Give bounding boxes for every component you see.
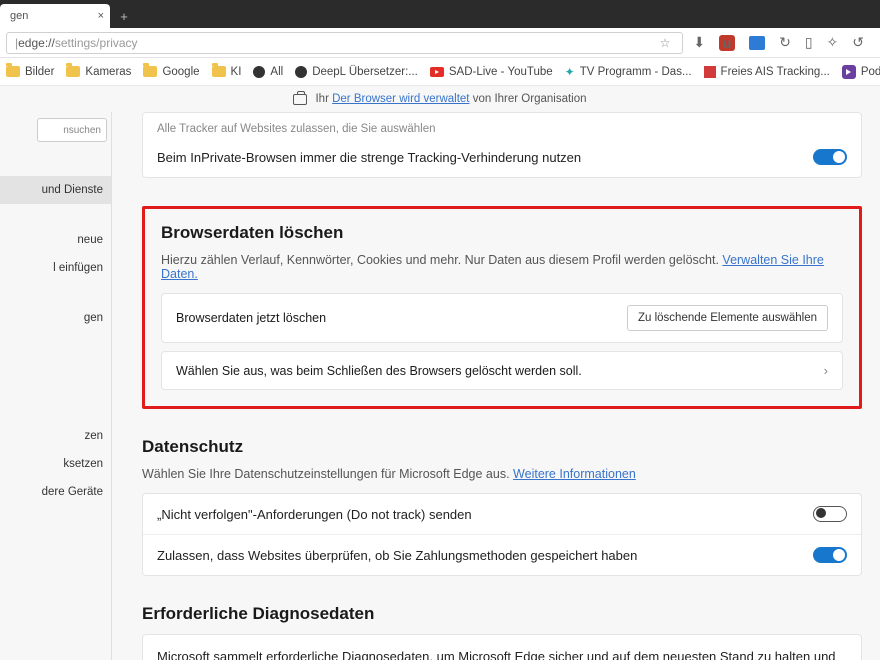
tracker-note: Alle Tracker auf Websites zulassen, die … xyxy=(143,113,861,137)
diagnostics-title: Erforderliche Diagnosedaten xyxy=(142,604,862,624)
managed-banner: Ihr Der Browser wird verwaltet von Ihrer… xyxy=(0,86,880,112)
fav-youtube[interactable]: SAD-Live - YouTube xyxy=(430,66,553,78)
sidebar-item-privacy[interactable]: und Dienste xyxy=(0,176,111,204)
privacy-more-link[interactable]: Weitere Informationen xyxy=(513,467,636,481)
tv-icon: ✦ xyxy=(565,65,575,79)
payment-check-toggle[interactable] xyxy=(813,547,847,563)
payment-check-row: Zulassen, dass Websites überprüfen, ob S… xyxy=(143,534,861,575)
managed-link[interactable]: Der Browser wird verwaltet xyxy=(332,93,469,105)
folder-icon xyxy=(6,66,20,77)
download-icon[interactable]: ⬇ xyxy=(693,34,705,51)
inprivate-strict-label: Beim InPrivate-Browsen immer die strenge… xyxy=(157,150,803,165)
dnt-toggle[interactable] xyxy=(813,506,847,522)
youtube-icon xyxy=(430,67,444,77)
clear-on-close-label: Wählen Sie aus, was beim Schließen des B… xyxy=(176,364,824,378)
clear-data-subtext: Hierzu zählen Verlauf, Kennwörter, Cooki… xyxy=(161,253,843,281)
privacy-subtext: Wählen Sie Ihre Datenschutzeinstellungen… xyxy=(142,467,862,481)
fav-bilder[interactable]: Bilder xyxy=(6,66,54,78)
tab-bar: gen × + xyxy=(0,0,880,28)
refresh-icon[interactable]: ↻ xyxy=(779,34,791,51)
favorites-bar: Bilder Kameras Google KI All DeepL Übers… xyxy=(0,58,880,86)
ai-icon xyxy=(253,66,265,78)
diagnostics-section: Erforderliche Diagnosedaten Microsoft sa… xyxy=(142,604,862,660)
privacy-title: Datenschutz xyxy=(142,437,862,457)
diagnostics-card: Microsoft sammelt erforderliche Diagnose… xyxy=(142,634,862,660)
ublock-icon[interactable]: u xyxy=(719,35,735,51)
reader-icon[interactable]: ▯ xyxy=(805,34,813,51)
inprivate-strict-toggle[interactable] xyxy=(813,149,847,165)
sidebar-item[interactable]: l einfügen xyxy=(0,254,111,282)
address-bar-row: | edge://settings/privacy ☆ ⬇ u ↻ ▯ ✧ ↺ xyxy=(0,28,880,58)
privacy-card: „Nicht verfolgen"-Anforderungen (Do not … xyxy=(142,493,862,576)
ai-icon xyxy=(295,66,307,78)
clear-data-section: Browserdaten löschen Hierzu zählen Verla… xyxy=(142,206,862,409)
sidebar-item[interactable]: zen xyxy=(0,422,111,450)
browser-tab[interactable]: gen × xyxy=(0,4,110,28)
clear-now-row: Browserdaten jetzt löschen Zu löschende … xyxy=(161,293,843,343)
new-tab-button[interactable]: + xyxy=(110,4,138,28)
fav-tv[interactable]: ✦TV Programm - Das... xyxy=(565,65,692,79)
fav-podimo[interactable]: Podimo Player xyxy=(842,65,880,79)
chevron-right-icon: › xyxy=(824,363,828,378)
tab-title: gen xyxy=(10,10,28,22)
url-scheme: edge:// xyxy=(18,36,55,50)
dnt-row: „Nicht verfolgen"-Anforderungen (Do not … xyxy=(143,494,861,534)
folder-icon xyxy=(66,66,80,77)
fav-google[interactable]: Google xyxy=(143,66,199,78)
sidebar-item[interactable]: neue xyxy=(0,226,111,254)
fav-ki[interactable]: KI xyxy=(212,66,242,78)
dnt-label: „Nicht verfolgen"-Anforderungen (Do not … xyxy=(157,507,803,522)
toolbar-icons: ⬇ u ↻ ▯ ✧ ↺ xyxy=(683,34,874,51)
fav-deepl[interactable]: DeepL Übersetzer:... xyxy=(295,66,418,78)
fav-ais[interactable]: Freies AIS Tracking... xyxy=(704,66,830,78)
url-path: settings/privacy xyxy=(55,36,138,50)
collections-icon[interactable]: ✧ xyxy=(827,34,839,51)
briefcase-icon xyxy=(293,94,307,105)
fav-all[interactable]: All xyxy=(253,66,283,78)
fav-kameras[interactable]: Kameras xyxy=(66,66,131,78)
folder-icon xyxy=(143,66,157,77)
settings-sidebar: nsuchen und Dienste neue l einfügen gen … xyxy=(0,112,112,660)
podimo-icon xyxy=(842,65,856,79)
favorite-star-icon[interactable]: ☆ xyxy=(656,36,675,50)
settings-search-input[interactable]: nsuchen xyxy=(37,118,107,142)
folder-icon xyxy=(212,66,226,77)
extension-icon[interactable] xyxy=(749,36,765,50)
clear-on-close-row[interactable]: Wählen Sie aus, was beim Schließen des B… xyxy=(161,351,843,390)
clear-now-label: Browserdaten jetzt löschen xyxy=(176,311,627,325)
inprivate-strict-row: Beim InPrivate-Browsen immer die strenge… xyxy=(143,137,861,177)
payment-check-label: Zulassen, dass Websites überprüfen, ob S… xyxy=(157,548,803,563)
sidebar-item[interactable]: gen xyxy=(0,304,111,332)
tracking-card: Alle Tracker auf Websites zulassen, die … xyxy=(142,112,862,178)
sidebar-item[interactable]: ksetzen xyxy=(0,450,111,478)
clear-data-title: Browserdaten löschen xyxy=(161,223,843,243)
address-bar[interactable]: | edge://settings/privacy ☆ xyxy=(6,32,683,54)
history-icon[interactable]: ↺ xyxy=(852,34,864,51)
flag-icon xyxy=(704,66,716,78)
choose-what-to-clear-button[interactable]: Zu löschende Elemente auswählen xyxy=(627,305,828,331)
settings-panel: Alle Tracker auf Websites zulassen, die … xyxy=(112,112,880,660)
close-icon[interactable]: × xyxy=(98,10,104,22)
sidebar-item[interactable]: dere Geräte xyxy=(0,478,111,506)
privacy-section: Datenschutz Wählen Sie Ihre Datenschutze… xyxy=(142,437,862,576)
diagnostics-body: Microsoft sammelt erforderliche Diagnose… xyxy=(157,647,847,660)
